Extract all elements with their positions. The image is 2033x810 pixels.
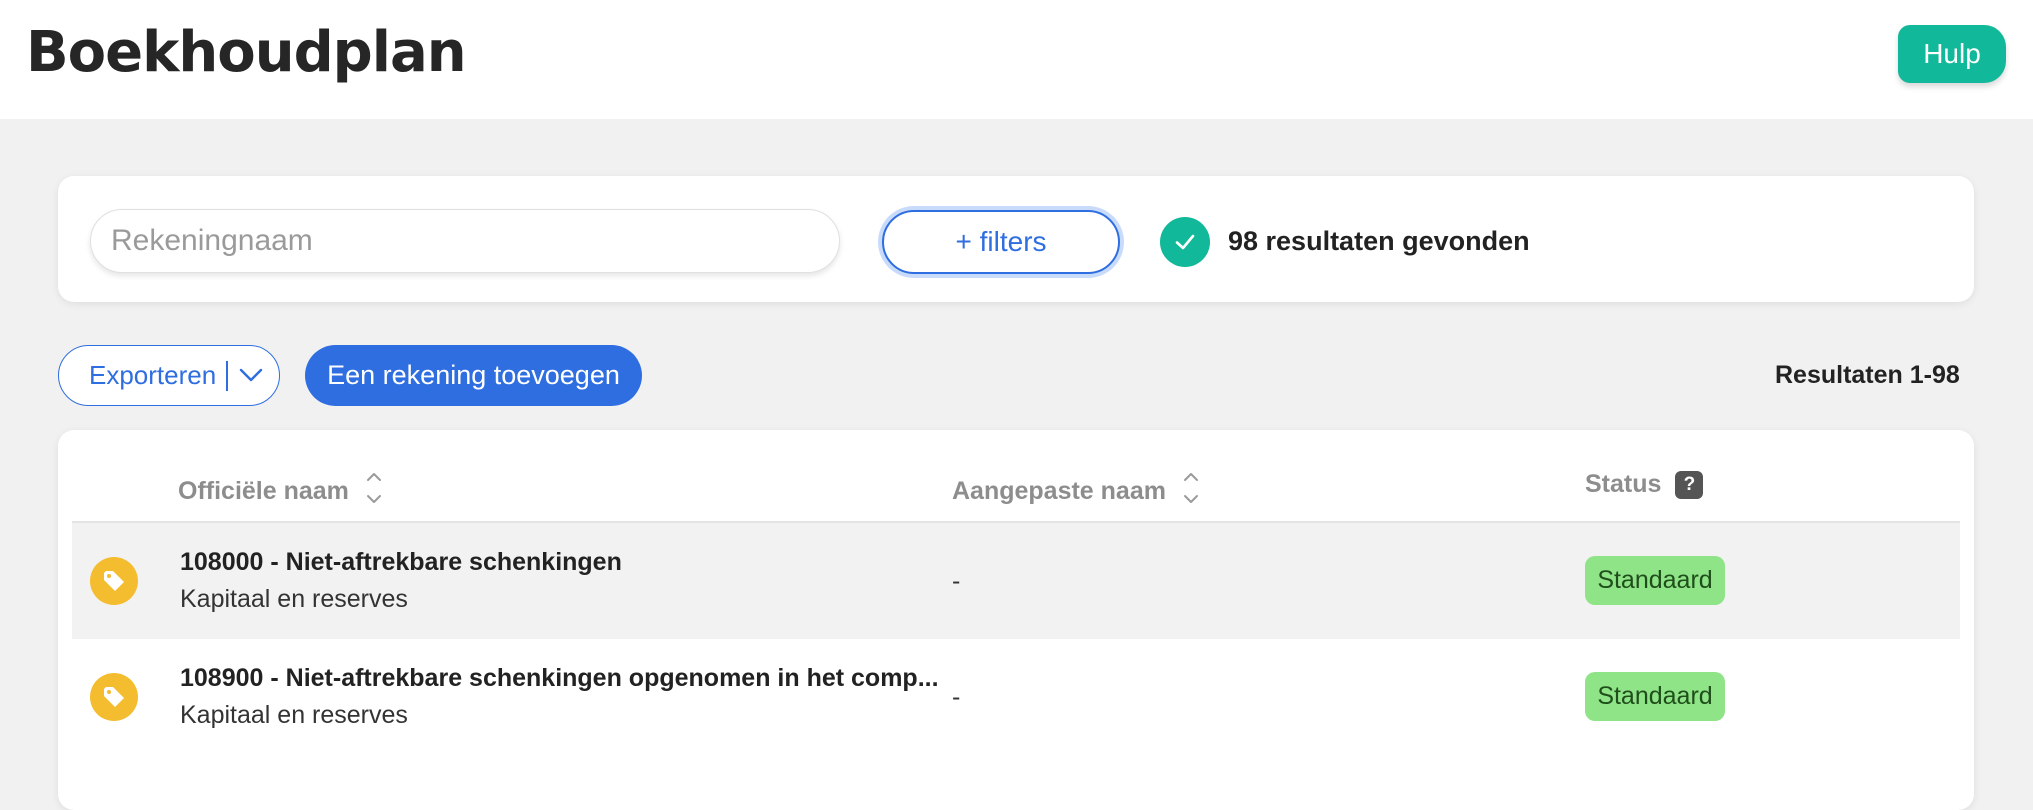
sort-icon[interactable]: [1182, 470, 1200, 513]
export-button[interactable]: Exporteren: [58, 345, 280, 406]
search-panel: + filters 98 resultaten gevonden: [58, 176, 1974, 302]
tag-icon: [90, 557, 138, 605]
filters-button[interactable]: + filters: [882, 210, 1120, 274]
accounts-table: Officiële naam Aangepaste naam Status ?: [58, 430, 1974, 810]
account-category: Kapitaal en reserves: [180, 701, 408, 729]
top-bar: Boekhoudplan Hulp: [0, 0, 2033, 119]
status-badge: Standaard: [1585, 556, 1725, 605]
results-count: 98 resultaten gevonden: [1228, 226, 1530, 256]
column-label: Aangepaste naam: [952, 477, 1166, 505]
search-input[interactable]: [90, 209, 840, 273]
column-header-custom-name[interactable]: Aangepaste naam: [952, 470, 1200, 513]
account-title[interactable]: 108900 - Niet-aftrekbare schenkingen opg…: [180, 664, 939, 693]
results-range: Resultaten 1-98: [1775, 361, 1960, 389]
sort-icon[interactable]: [365, 470, 383, 513]
column-label: Officiële naam: [178, 477, 349, 505]
status-help-icon[interactable]: ?: [1675, 470, 1704, 499]
column-header-status: Status ?: [1585, 470, 1704, 499]
column-header-official-name[interactable]: Officiële naam: [178, 470, 383, 513]
export-divider: [226, 360, 228, 391]
tag-icon: [90, 673, 138, 721]
custom-name: -: [952, 567, 961, 595]
export-label: Exporteren: [89, 360, 217, 390]
help-button[interactable]: Hulp: [1898, 25, 2006, 83]
account-title[interactable]: 108000 - Niet-aftrekbare schenkingen: [180, 548, 622, 577]
column-label: Status: [1585, 470, 1662, 498]
account-category: Kapitaal en reserves: [180, 585, 408, 613]
page-title: Boekhoudplan: [26, 20, 467, 85]
custom-name: -: [952, 683, 961, 711]
table-row[interactable]: 108000 - Niet-aftrekbare schenkingen Kap…: [72, 523, 1960, 639]
add-account-button[interactable]: Een rekening toevoegen: [305, 345, 642, 406]
check-icon: [1160, 217, 1210, 267]
chevron-down-icon[interactable]: [238, 360, 264, 391]
table-row[interactable]: 108900 - Niet-aftrekbare schenkingen opg…: [72, 639, 1960, 755]
status-badge: Standaard: [1585, 672, 1725, 721]
